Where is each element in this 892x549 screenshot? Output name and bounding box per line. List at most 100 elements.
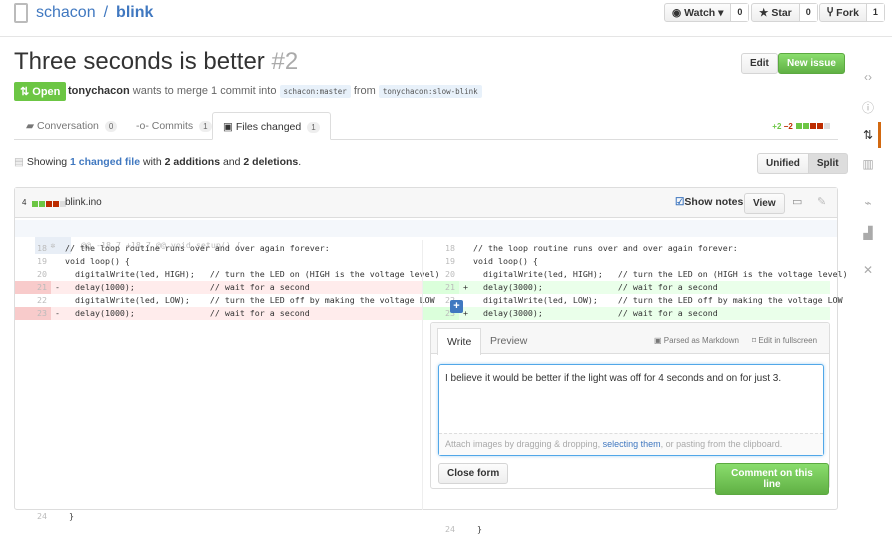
desktop-icon[interactable]: ▭: [792, 195, 802, 208]
file-name: blink.ino: [65, 197, 102, 208]
hunk-header: ✲ @@ -18,7 +18,7 @@ void setup() {: [15, 220, 837, 254]
file-diff-icon: ▣: [223, 121, 236, 133]
pulse-icon[interactable]: ⌁: [856, 196, 880, 210]
line-number[interactable]: 19: [15, 255, 51, 268]
comment-icon: ▰: [26, 120, 37, 132]
line-number[interactable]: 18: [423, 242, 459, 255]
line-code: - delay(1000); // wait for a second: [55, 282, 310, 292]
diff-line: 21 + delay(3000); // wait for a second: [423, 281, 830, 294]
split-button[interactable]: Split: [807, 153, 848, 174]
breadcrumb-separator: /: [103, 4, 109, 21]
fork-button[interactable]: Ⴤ Fork 1: [819, 3, 885, 22]
status-badge: ⇅ Open: [14, 82, 67, 101]
pr-meta: tonychacon wants to merge 1 commit into …: [68, 85, 482, 98]
comment-form: Write Preview ▣ Parsed as Markdown ⌑ Edi…: [430, 322, 830, 495]
line-code: digitalWrite(led, LOW); // turn the LED …: [463, 295, 843, 305]
settings-icon[interactable]: ✕: [856, 263, 880, 277]
diff-line: 18 // the loop routine runs over and ove…: [423, 242, 830, 255]
issues-icon[interactable]: ⓘ: [856, 99, 880, 116]
select-files-link[interactable]: selecting them: [603, 439, 661, 449]
line-number[interactable]: 21: [15, 281, 51, 294]
repo-icon: [14, 3, 28, 23]
repo-owner-link[interactable]: schacon: [36, 4, 96, 22]
change-bar: [31, 198, 66, 210]
line-number[interactable]: 18: [15, 242, 51, 255]
file-icon: ▤: [14, 156, 27, 168]
line-number[interactable]: 22: [15, 294, 51, 307]
attach-bar: Attach images by dragging & dropping, se…: [439, 433, 823, 455]
tab-files-changed[interactable]: ▣ Files changed 1: [212, 112, 331, 140]
diff-line: 18 // the loop routine runs over and ove…: [15, 242, 422, 255]
show-notes-checkbox[interactable]: ☑Show notes: [675, 196, 743, 208]
author-link[interactable]: tonychacon: [68, 85, 130, 97]
fullscreen-button[interactable]: ⌑ Edit in fullscreen: [752, 336, 817, 345]
graphs-icon[interactable]: ▟: [856, 226, 880, 240]
wiki-icon[interactable]: ▥: [856, 157, 880, 171]
star-count[interactable]: 0: [798, 4, 817, 21]
commit-icon: -o-: [136, 120, 152, 132]
close-form-button[interactable]: Close form: [438, 463, 509, 484]
edit-button[interactable]: Edit: [741, 53, 778, 74]
pr-number: #2: [271, 48, 299, 75]
tab-preview[interactable]: Preview: [490, 335, 527, 347]
pull-request-icon: ⇅: [20, 86, 33, 98]
line-code: digitalWrite(led, LOW); // turn the LED …: [55, 295, 435, 305]
diff-line: 22 digitalWrite(led, LOW); // turn the L…: [15, 294, 435, 307]
tab-commits[interactable]: -o- Commits 1: [126, 112, 222, 140]
base-branch: schacon:master: [279, 85, 351, 98]
watch-count[interactable]: 0: [730, 4, 749, 21]
diff-stats: +2 −2: [772, 122, 830, 131]
pencil-icon[interactable]: ✎: [817, 195, 826, 208]
line-code: void loop() {: [55, 256, 130, 266]
comment-textarea[interactable]: I believe it would be better if the ligh…: [438, 364, 824, 456]
line-number[interactable]: 23: [15, 307, 51, 320]
line-code: // the loop routine runs over and over a…: [463, 243, 738, 253]
star-button[interactable]: ★ Star 0: [751, 3, 818, 22]
add-comment-icon[interactable]: +: [450, 300, 463, 313]
diff-summary: ▤ Showing 1 changed file with 2 addition…: [14, 156, 302, 168]
header-divider: [0, 36, 892, 37]
eye-icon: ◉: [672, 7, 685, 19]
code-icon[interactable]: ‹›: [856, 70, 880, 84]
line-code: void loop() {: [463, 256, 538, 266]
view-file-button[interactable]: View: [744, 193, 785, 214]
repo-name-link[interactable]: blink: [116, 4, 153, 22]
changed-files-link[interactable]: 1 changed file: [70, 156, 140, 168]
file-change-count: 4: [22, 198, 27, 207]
diff-line: 24 } 24 }: [37, 511, 482, 534]
new-issue-button[interactable]: New issue: [778, 53, 845, 74]
star-icon: ★: [759, 7, 772, 19]
diff-line: 23 - delay(1000); // wait for a second: [15, 307, 422, 320]
repo-breadcrumb: schacon / blink: [14, 3, 153, 23]
diff-line: 22 digitalWrite(led, LOW); // turn the L…: [423, 294, 843, 307]
diff-line: 20 digitalWrite(led, HIGH); // turn the …: [423, 268, 848, 281]
file-header: 4 blink.ino ☑Show notes View ▭ ✎: [15, 188, 837, 218]
tab-conversation[interactable]: ▰ Conversation 0: [16, 112, 127, 140]
comment-submit-button[interactable]: Comment on this line: [715, 463, 829, 495]
diff-line: 19 void loop() {: [15, 255, 422, 268]
line-number[interactable]: 20: [423, 268, 459, 281]
line-code: digitalWrite(led, HIGH); // turn the LED…: [463, 269, 848, 279]
pull-requests-icon[interactable]: ⇅: [856, 128, 880, 142]
diff-line: 20 digitalWrite(led, HIGH); // turn the …: [15, 268, 440, 281]
unified-button[interactable]: Unified: [757, 153, 809, 174]
markdown-icon: ▣: [654, 336, 664, 345]
tab-write[interactable]: Write: [437, 328, 482, 355]
line-code: // the loop routine runs over and over a…: [55, 243, 330, 253]
fork-count[interactable]: 1: [865, 4, 884, 21]
view-toggle: Unified Split: [757, 153, 848, 174]
diff-line: 19 void loop() {: [423, 255, 830, 268]
fork-icon: Ⴤ: [827, 7, 837, 19]
watch-button[interactable]: ◉ Watch ▾ 0: [664, 3, 750, 22]
diff-line: 23 + delay(3000); // wait for a second: [423, 307, 830, 320]
line-code: + delay(3000); // wait for a second: [463, 282, 718, 292]
line-number[interactable]: 19: [423, 255, 459, 268]
line-code: digitalWrite(led, HIGH); // turn the LED…: [55, 269, 440, 279]
page-title: Three seconds is better #2: [14, 48, 299, 75]
line-code: + delay(3000); // wait for a second: [463, 308, 718, 318]
line-number[interactable]: 21: [423, 281, 459, 294]
line-number[interactable]: 20: [15, 268, 51, 281]
line-code: - delay(1000); // wait for a second: [55, 308, 310, 318]
pr-tabs: ▰ Conversation 0 -o- Commits 1 ▣ Files cha…: [14, 112, 838, 140]
markdown-note[interactable]: ▣ Parsed as Markdown: [654, 336, 739, 345]
